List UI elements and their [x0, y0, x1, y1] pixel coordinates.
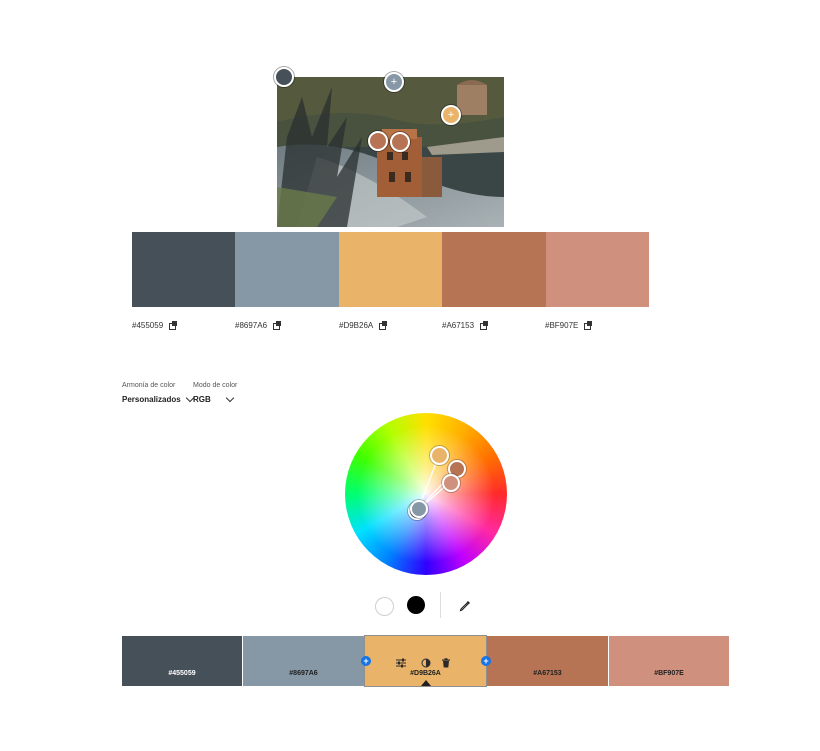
hex-item-4: #A67153 — [442, 318, 489, 332]
palette-bar-swatch-5[interactable]: #BF907E — [609, 636, 729, 686]
hex-item-1: #455059 — [132, 318, 178, 332]
wheel-handle-2[interactable] — [410, 500, 428, 518]
palette-swatches — [132, 232, 650, 307]
wheel-connector-lines — [417, 454, 457, 511]
selected-indicator-caret — [421, 680, 431, 686]
palette-bar-swatch-2[interactable]: #8697A6 — [243, 636, 364, 686]
swatch-2[interactable] — [235, 232, 339, 307]
color-mode-value: RGB — [193, 395, 211, 404]
hex-code: #D9B26A — [339, 320, 374, 330]
chevron-down-icon — [225, 393, 235, 403]
copy-icon[interactable] — [379, 320, 388, 330]
palette-bar: #455059 #8697A6 #D9B26A #A67153 #BF907E — [122, 635, 729, 687]
harmony-label: Armonía de color — [122, 382, 176, 389]
hex-code: #A67153 — [442, 320, 475, 330]
hex-code: #BF907E — [545, 320, 579, 330]
copy-icon[interactable] — [169, 320, 178, 330]
swatch-1[interactable] — [132, 232, 236, 307]
photo-marker-2[interactable]: + — [384, 72, 404, 92]
hex-item-5: #BF907E — [545, 318, 593, 332]
palette-bar-swatch-4[interactable]: #A67153 — [487, 636, 608, 686]
divider — [440, 592, 441, 618]
white-brightness-button[interactable] — [375, 597, 394, 616]
contrast-icon[interactable] — [421, 655, 431, 668]
add-color-right-button[interactable]: + — [481, 656, 491, 666]
hex-label: #A67153 — [533, 670, 562, 677]
eyedropper-icon[interactable] — [459, 599, 471, 612]
copy-icon[interactable] — [480, 320, 489, 330]
hex-code: #455059 — [132, 320, 164, 330]
copy-icon[interactable] — [584, 320, 593, 330]
color-mode-dropdown[interactable]: RGB — [193, 393, 235, 404]
swatch-4[interactable] — [442, 232, 546, 307]
harmony-dropdown[interactable]: Personalizados — [122, 393, 194, 404]
wheel-handle-3[interactable] — [430, 446, 449, 465]
hex-label: #D9B26A — [410, 670, 441, 677]
trash-icon[interactable] — [441, 655, 451, 668]
plus-icon: + — [447, 109, 455, 121]
wheel-handle-5[interactable] — [442, 474, 460, 492]
black-brightness-button[interactable] — [407, 596, 425, 614]
copy-icon[interactable] — [273, 320, 282, 330]
plus-icon: + — [390, 76, 398, 88]
hex-item-2: #8697A6 — [235, 318, 282, 332]
photo-marker-4[interactable] — [368, 131, 388, 151]
color-mode-label: Modo de color — [193, 382, 238, 389]
palette-bar-swatch-1[interactable]: #455059 — [122, 636, 242, 686]
hex-code: #8697A6 — [235, 320, 268, 330]
swatch-3[interactable] — [338, 232, 443, 307]
photo-marker-3[interactable]: + — [441, 105, 461, 125]
photo-illustration — [277, 77, 504, 227]
hex-label: #BF907E — [654, 670, 684, 677]
sliders-icon[interactable] — [396, 655, 406, 668]
photo-marker-5[interactable] — [390, 132, 410, 152]
harmony-value: Personalizados — [122, 395, 181, 404]
swatch-5[interactable] — [545, 232, 650, 307]
add-color-left-button[interactable]: + — [361, 656, 371, 666]
hex-item-3: #D9B26A — [339, 318, 388, 332]
hex-label: #8697A6 — [289, 670, 318, 677]
palette-bar-swatch-3[interactable]: #D9B26A — [364, 635, 487, 687]
photo-marker-1[interactable] — [274, 67, 294, 87]
hex-label: #455059 — [168, 670, 196, 677]
source-photo — [277, 77, 504, 227]
